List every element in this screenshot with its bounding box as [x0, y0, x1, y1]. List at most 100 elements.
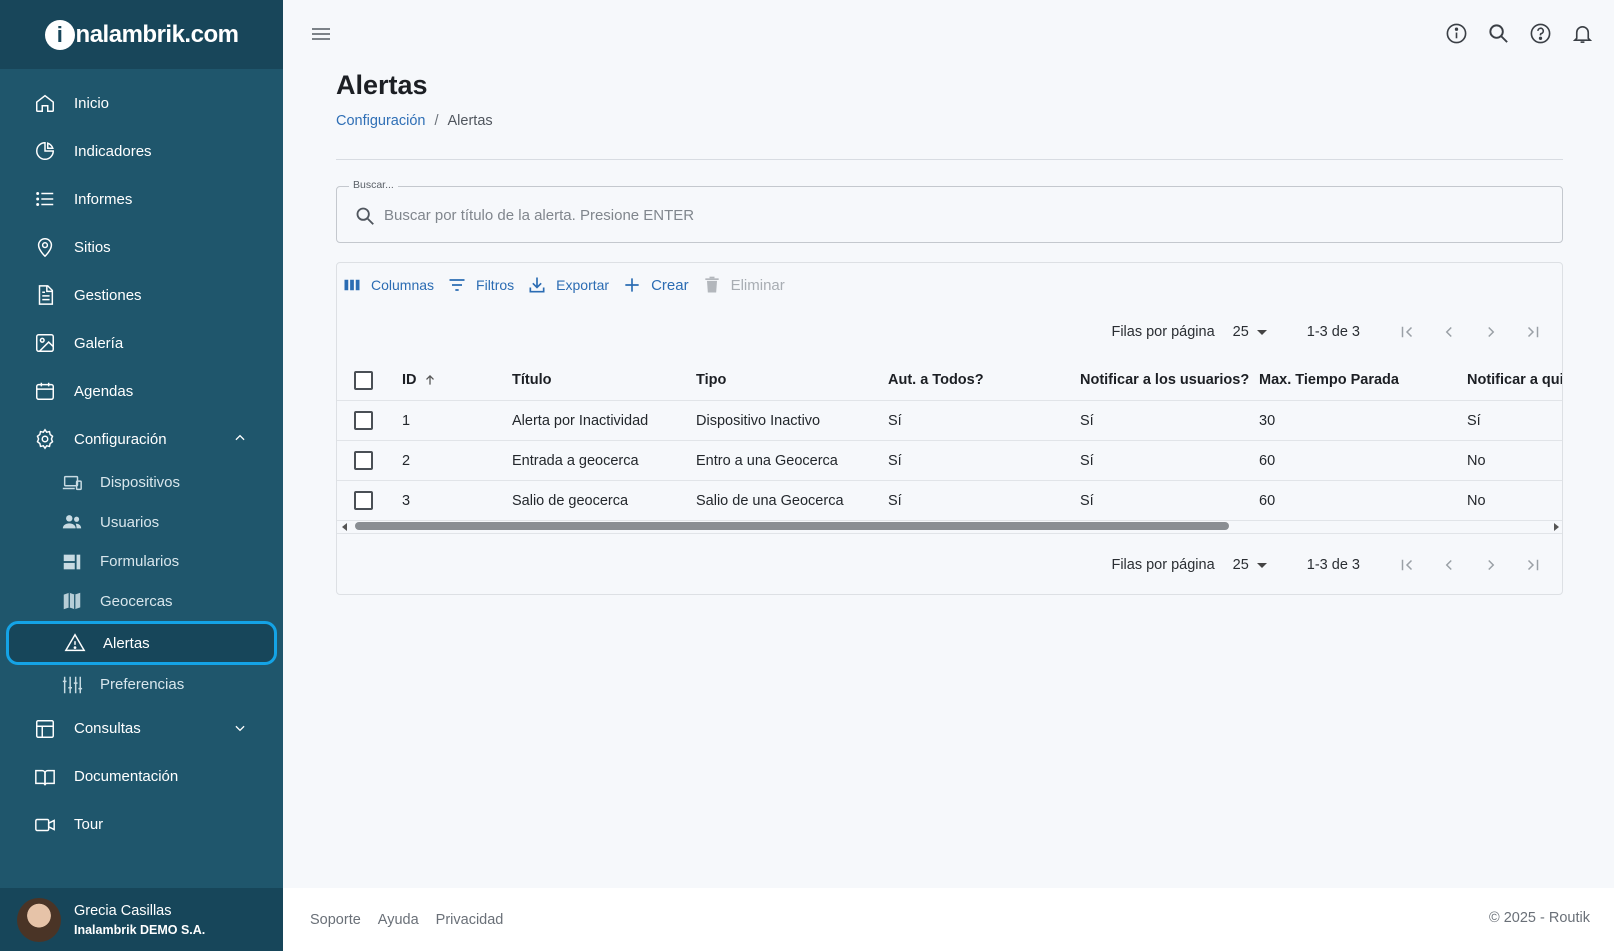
cell-aut-todos: Sí: [888, 412, 902, 429]
sidebar-item-label: Sitios: [74, 238, 111, 256]
sidebar-item-gestiones[interactable]: Gestiones: [0, 271, 283, 319]
users-icon: [61, 511, 83, 533]
select-all-checkbox[interactable]: [354, 370, 373, 390]
columns-icon: [342, 275, 362, 295]
column-header-max-tiempo[interactable]: Max. Tiempo Parada: [1259, 372, 1467, 388]
sidebar-subitem-preferencias[interactable]: Preferencias: [0, 665, 283, 705]
user-name: Grecia Casillas: [74, 902, 172, 919]
logo[interactable]: i nalambrik.com: [44, 19, 239, 50]
last-page-button[interactable]: [1512, 550, 1554, 580]
next-page-button[interactable]: [1470, 550, 1512, 580]
delete-label: Eliminar: [730, 276, 785, 294]
row-checkbox[interactable]: [354, 411, 373, 430]
breadcrumb: Configuración / Alertas: [336, 113, 493, 129]
chevron-left-icon: [1445, 559, 1452, 571]
first-page-button[interactable]: [1386, 550, 1428, 580]
logo-mark: i: [44, 19, 75, 50]
horizontal-scrollbar[interactable]: [337, 519, 1562, 534]
table-icon: [33, 717, 57, 741]
menu-toggle-button[interactable]: [310, 24, 332, 44]
column-header-id[interactable]: ID: [402, 372, 512, 388]
page-title: Alertas: [336, 70, 428, 100]
sidebar-subitem-dispositivos[interactable]: Dispositivos: [0, 463, 283, 503]
column-header-notificar-a[interactable]: Notificar a qui: [1467, 372, 1562, 388]
rows-per-page-select[interactable]: 25: [1233, 324, 1267, 340]
row-checkbox[interactable]: [354, 491, 373, 510]
cell-aut-todos: Sí: [888, 492, 902, 509]
user-profile[interactable]: Grecia Casillas Inalambrik DEMO S.A.: [0, 888, 283, 951]
rows-per-page-value: 25: [1232, 324, 1249, 340]
sidebar-subitem-formularios[interactable]: Formularios: [0, 542, 283, 582]
search-field[interactable]: Buscar...: [336, 179, 1563, 243]
bell-icon[interactable]: [1571, 22, 1594, 45]
sidebar-item-tour[interactable]: Tour: [0, 801, 283, 849]
sidebar-item-label: Inicio: [74, 94, 110, 112]
sidebar-item-documentacion[interactable]: Documentación: [0, 753, 283, 801]
columns-button[interactable]: Columnas: [342, 275, 434, 295]
first-page-button[interactable]: [1386, 317, 1428, 347]
footer-link-privacidad[interactable]: Privacidad: [436, 912, 504, 928]
column-header-titulo[interactable]: Título: [512, 372, 696, 388]
cell-tipo: Entro a una Geocerca: [696, 452, 838, 469]
info-icon[interactable]: [1445, 22, 1468, 45]
cell-id: 2: [402, 452, 411, 469]
sidebar-item-informes[interactable]: Informes: [0, 175, 283, 223]
chevron-down-icon[interactable]: [233, 721, 247, 739]
sidebar-item-inicio[interactable]: Inicio: [0, 79, 283, 127]
sidebar-subitem-usuarios[interactable]: Usuarios: [0, 503, 283, 543]
sidebar-item-label: Galería: [74, 334, 124, 352]
sidebar-item-configuracion[interactable]: Configuración: [0, 415, 283, 463]
calendar-icon: [33, 379, 57, 403]
table-row[interactable]: 2 Entrada a geocerca Entro a una Geocerc…: [337, 441, 1562, 481]
sidebar-subitem-alertas[interactable]: Alertas: [6, 621, 277, 665]
help-icon[interactable]: [1529, 22, 1552, 45]
sidebar-subitem-label: Geocercas: [100, 592, 173, 610]
table-row[interactable]: 1 Alerta por Inactividad Dispositivo Ina…: [337, 401, 1562, 441]
filters-button[interactable]: Filtros: [447, 275, 514, 295]
user-org: Inalambrik DEMO S.A.: [74, 922, 206, 937]
create-button[interactable]: Crear: [622, 275, 689, 295]
footer-link-ayuda[interactable]: Ayuda: [378, 912, 419, 928]
delete-button[interactable]: Eliminar: [702, 275, 785, 295]
grid-toolbar: Columnas Filtros Exportar Crear Eliminar: [342, 275, 798, 295]
prev-page-button[interactable]: [1428, 550, 1470, 580]
sidebar-item-agendas[interactable]: Agendas: [0, 367, 283, 415]
alerts-table: ID Título Tipo Aut. a Todos? Notificar a…: [337, 360, 1562, 521]
sidebar-item-label: Configuración: [74, 430, 167, 448]
next-page-button[interactable]: [1470, 317, 1512, 347]
scroll-left-arrow[interactable]: [342, 523, 347, 531]
chevron-up-icon[interactable]: [233, 431, 247, 449]
footer-link-soporte[interactable]: Soporte: [310, 912, 361, 928]
logo-text: nalambrik.com: [75, 20, 239, 48]
search-icon[interactable]: [1487, 22, 1510, 45]
prev-page-button[interactable]: [1428, 317, 1470, 347]
first-page-icon: [1401, 326, 1413, 338]
search-input[interactable]: [384, 203, 1534, 227]
column-header-aut-todos[interactable]: Aut. a Todos?: [888, 372, 1080, 388]
sidebar-item-sitios[interactable]: Sitios: [0, 223, 283, 271]
hamburger-icon: [312, 28, 330, 40]
sidebar-subitem-geocercas[interactable]: Geocercas: [0, 582, 283, 622]
table-row[interactable]: 3 Salio de geocerca Salio de una Geocerc…: [337, 481, 1562, 521]
scrollbar-thumb[interactable]: [355, 522, 1229, 530]
search-label: Buscar...: [349, 179, 398, 191]
sidebar-item-indicadores[interactable]: Indicadores: [0, 127, 283, 175]
column-header-notificar-usuarios[interactable]: Notificar a los usuarios?: [1080, 372, 1259, 388]
row-select-cell: [337, 411, 402, 430]
pie-chart-icon: [33, 139, 57, 163]
row-checkbox[interactable]: [354, 451, 373, 470]
last-page-button[interactable]: [1512, 317, 1554, 347]
scroll-right-arrow[interactable]: [1554, 523, 1559, 531]
rows-per-page-select[interactable]: 25: [1233, 557, 1267, 573]
breadcrumb-link-configuracion[interactable]: Configuración: [336, 113, 425, 129]
sort-ascending-icon: [425, 375, 434, 385]
sidebar: i nalambrik.com Inicio Indicadores Infor…: [0, 0, 283, 951]
cell-tipo: Salio de una Geocerca: [696, 492, 844, 509]
chevron-left-icon: [1445, 326, 1452, 338]
breadcrumb-separator: /: [434, 113, 439, 129]
export-button[interactable]: Exportar: [527, 275, 609, 295]
sidebar-item-galeria[interactable]: Galería: [0, 319, 283, 367]
map-icon: [61, 590, 83, 612]
column-header-tipo[interactable]: Tipo: [696, 372, 888, 388]
sidebar-item-consultas[interactable]: Consultas: [0, 705, 283, 753]
